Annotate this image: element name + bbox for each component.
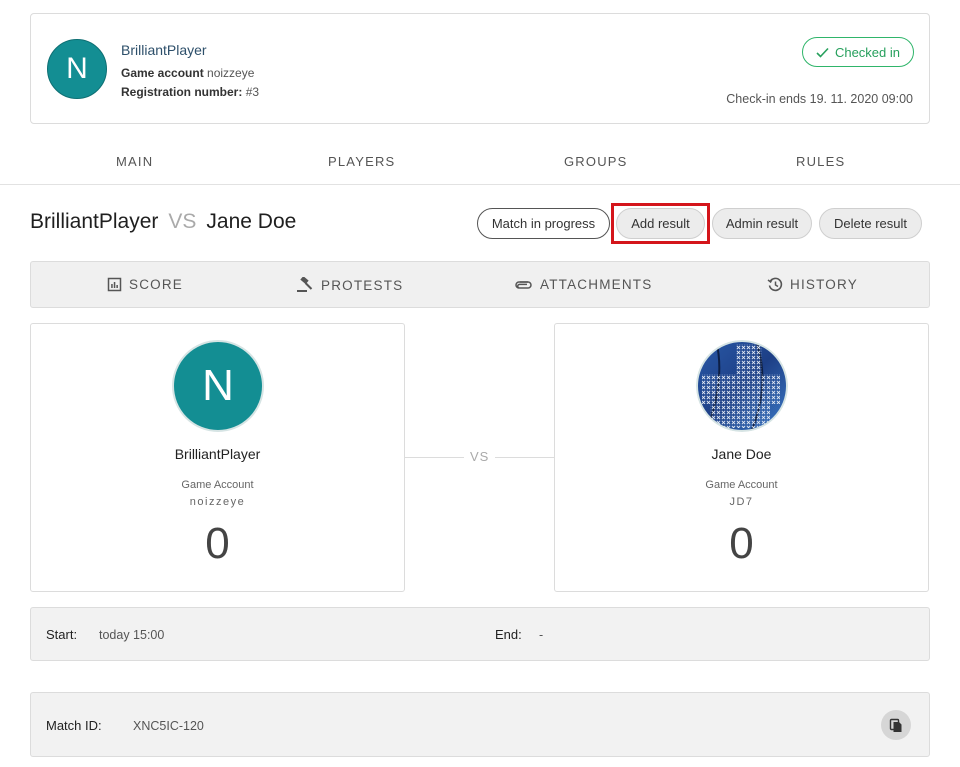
delete-result-button[interactable]: Delete result — [819, 208, 922, 239]
add-result-button[interactable]: Add result — [616, 208, 705, 239]
avatar-letter: N — [202, 361, 234, 410]
player-box-right: Jane Doe Game Account JD7 0 — [554, 323, 929, 592]
game-account-label: Game Account — [181, 479, 254, 491]
tab-groups[interactable]: GROUPS — [564, 154, 628, 169]
tab-protests[interactable]: PROTESTS — [296, 277, 403, 293]
player-name: Jane Doe — [711, 446, 772, 462]
player-score: 0 — [729, 519, 754, 568]
end-value: - — [539, 628, 544, 642]
game-account-label: Game Account — [705, 479, 778, 491]
main-nav: MAIN PLAYERS GROUPS RULES — [0, 140, 960, 185]
tab-rules[interactable]: RULES — [796, 154, 845, 169]
game-account-line: Game account noizzeye — [121, 66, 254, 80]
tab-history[interactable]: HISTORY — [767, 277, 858, 292]
registration-line: Registration number: #3 — [121, 85, 259, 99]
start-label: Start: — [46, 627, 78, 642]
player-card: N BrilliantPlayer Game account noizzeye … — [30, 13, 930, 124]
tab-history-label: HISTORY — [790, 277, 858, 292]
status-badge: Checked in — [801, 37, 914, 67]
tab-protests-label: PROTESTS — [321, 277, 404, 293]
match-player1: BrilliantPlayer — [30, 210, 159, 233]
history-icon — [767, 277, 783, 292]
tab-attachments-label: ATTACHMENTS — [540, 277, 653, 292]
avatar-letter: N — [66, 52, 88, 85]
tab-main[interactable]: MAIN — [116, 154, 153, 169]
match-id-bar: Match ID: XNC5IC-120 — [30, 692, 930, 757]
match-tabs: SCORE PROTESTS ATTACHMENTS HISTORY — [30, 261, 930, 308]
game-account-label: Game account — [121, 66, 204, 80]
match-times-bar: Start: today 15:00 End: - — [30, 607, 930, 661]
copy-button[interactable] — [881, 710, 911, 740]
avatar: N — [47, 39, 107, 99]
avatar — [696, 340, 788, 432]
avatar: N — [172, 340, 264, 432]
match-status-button[interactable]: Match in progress — [477, 208, 610, 239]
player-box-left: N BrilliantPlayer Game Account noizzeye … — [30, 323, 405, 592]
score-icon — [107, 277, 122, 292]
registration-value: #3 — [245, 85, 260, 99]
registration-label: Registration number: — [121, 85, 243, 99]
player-name[interactable]: BrilliantPlayer — [121, 42, 207, 58]
status-badge-label: Checked in — [834, 44, 900, 60]
player-score: 0 — [205, 519, 230, 568]
match-title: BrilliantPlayer VS Jane Doe — [30, 210, 296, 234]
tab-attachments[interactable]: ATTACHMENTS — [515, 277, 652, 292]
match-id-label: Match ID: — [46, 718, 102, 733]
gavel-icon — [297, 277, 313, 292]
tab-score-label: SCORE — [129, 277, 184, 292]
paperclip-icon — [515, 280, 532, 289]
game-account-value: noizzeye — [207, 66, 255, 80]
match-player2: Jane Doe — [206, 210, 297, 233]
tab-score[interactable]: SCORE — [107, 277, 183, 292]
start-value: today 15:00 — [99, 628, 165, 642]
player-name: BrilliantPlayer — [174, 446, 261, 462]
checkin-deadline: Check-in ends 19. 11. 2020 09:00 — [726, 92, 913, 106]
copy-icon — [889, 718, 902, 732]
match-id-value: XNC5IC-120 — [133, 719, 204, 733]
game-account-value: JD7 — [729, 496, 754, 508]
game-account-value: noizzeye — [189, 496, 246, 508]
match-vs: VS — [168, 210, 197, 233]
end-label: End: — [495, 627, 522, 642]
admin-result-button[interactable]: Admin result — [712, 208, 812, 239]
vs-label: VS — [464, 449, 496, 464]
tab-players[interactable]: PLAYERS — [328, 154, 395, 169]
check-icon — [816, 47, 829, 58]
